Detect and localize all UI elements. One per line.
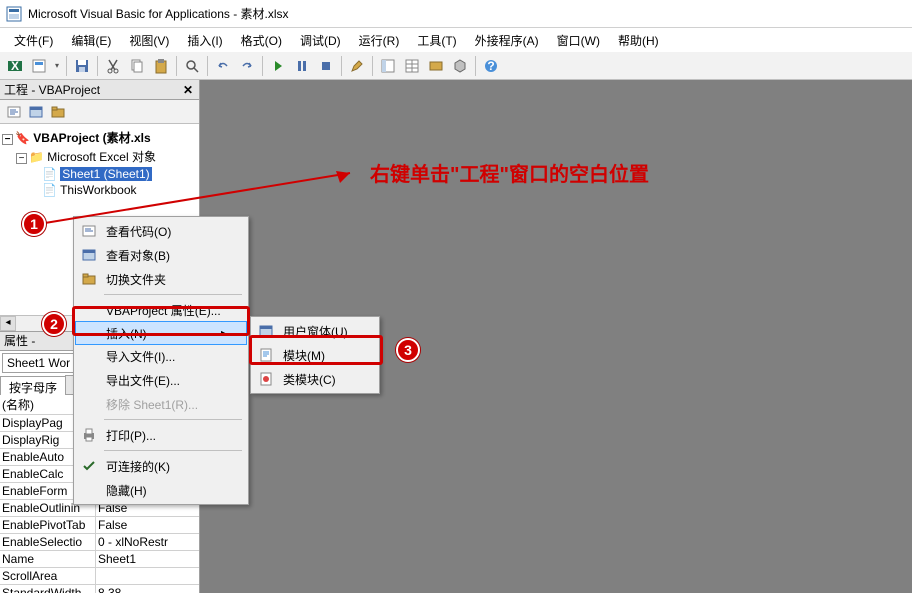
svg-text:?: ? [487,59,494,73]
menu-insert[interactable]: 插入(I) [179,29,230,52]
save-icon[interactable] [71,55,93,77]
annotation-text: 右键单击"工程"窗口的空白位置 [370,158,649,187]
break-icon[interactable] [291,55,313,77]
folder-icon [80,270,98,288]
menu-file[interactable]: 文件(F) [6,29,61,52]
svg-text:X: X [11,59,19,73]
menu-window[interactable]: 窗口(W) [549,29,608,52]
tree-root[interactable]: −🔖 VBAProject (素材.xls [2,128,197,147]
menu-help[interactable]: 帮助(H) [610,29,667,52]
submenu-module[interactable]: 模块(M) [253,343,377,367]
ctx-import-file[interactable]: 导入文件(I)... [76,344,246,368]
menu-edit[interactable]: 编辑(E) [63,29,119,52]
design-mode-icon[interactable] [346,55,368,77]
menu-tools[interactable]: 工具(T) [409,29,464,52]
scroll-left-icon[interactable]: ◂ [0,316,16,331]
project-panel-header: 工程 - VBAProject ✕ [0,80,199,100]
tab-alphabetic[interactable]: 按字母序 [0,376,66,395]
ctx-remove: 移除 Sheet1(R)... [76,392,246,416]
annotation-arrow-icon [40,165,370,230]
copy-icon[interactable] [126,55,148,77]
annotation-badge-3: 3 [396,338,420,362]
form-icon [80,246,98,264]
userform-icon [257,322,275,340]
ctx-vbaproject-props[interactable]: VBAProject 属性(E)... [76,298,246,322]
toggle-folders-icon[interactable] [48,102,68,122]
toolbox-icon[interactable] [449,55,471,77]
find-icon[interactable] [181,55,203,77]
redo-icon[interactable] [236,55,258,77]
check-icon [80,457,98,475]
print-icon [80,426,98,444]
ctx-print[interactable]: 打印(P)... [76,423,246,447]
project-explorer-icon[interactable] [377,55,399,77]
view-object-icon[interactable] [26,102,46,122]
vba-app-icon [6,6,22,22]
view-excel-icon[interactable]: X [4,55,26,77]
properties-icon[interactable] [401,55,423,77]
object-browser-icon[interactable] [425,55,447,77]
insert-object-icon[interactable] [28,55,50,77]
run-icon[interactable] [267,55,289,77]
context-menu: 查看代码(O) 查看对象(B) 切换文件夹 VBAProject 属性(E)..… [73,216,249,505]
ctx-export-file[interactable]: 导出文件(E)... [76,368,246,392]
ctx-dockable[interactable]: 可连接的(K) [76,454,246,478]
menubar: 文件(F) 编辑(E) 视图(V) 插入(I) 格式(O) 调试(D) 运行(R… [0,28,912,52]
tree-folder[interactable]: −📁 Microsoft Excel 对象 [2,147,197,166]
reset-icon[interactable] [315,55,337,77]
menu-debug[interactable]: 调试(D) [292,29,349,52]
titlebar: Microsoft Visual Basic for Applications … [0,0,912,28]
submenu-class-module[interactable]: 类模块(C) [253,367,377,391]
cut-icon[interactable] [102,55,124,77]
project-panel-title: 工程 - VBAProject [4,81,100,98]
ctx-hide[interactable]: 隐藏(H) [76,478,246,502]
help-icon[interactable]: ? [480,55,502,77]
insert-submenu: 用户窗体(U) 模块(M) 类模块(C) [250,316,380,394]
close-icon[interactable]: ✕ [181,83,195,97]
submenu-userform[interactable]: 用户窗体(U) [253,319,377,343]
ctx-toggle-folder[interactable]: 切换文件夹 [76,267,246,291]
menu-format[interactable]: 格式(O) [233,29,290,52]
toolbar: X ▾ ? [0,52,912,80]
annotation-badge-1: 1 [22,212,46,236]
ctx-insert[interactable]: 插入(N)▸ [75,321,247,345]
submenu-arrow-icon: ▸ [221,328,226,339]
ctx-view-object[interactable]: 查看对象(B) [76,243,246,267]
undo-icon[interactable] [212,55,234,77]
annotation-badge-2: 2 [42,312,66,336]
view-code-icon[interactable] [4,102,24,122]
window-title: Microsoft Visual Basic for Applications … [28,5,289,22]
menu-addins[interactable]: 外接程序(A) [467,29,547,52]
class-module-icon [257,370,275,388]
project-panel-toolbar [0,100,199,124]
menu-run[interactable]: 运行(R) [351,29,408,52]
paste-icon[interactable] [150,55,172,77]
menu-view[interactable]: 视图(V) [121,29,177,52]
properties-panel-title: 属性 - [4,332,35,349]
dropdown-arrow-icon[interactable]: ▾ [52,61,62,70]
module-icon [257,346,275,364]
